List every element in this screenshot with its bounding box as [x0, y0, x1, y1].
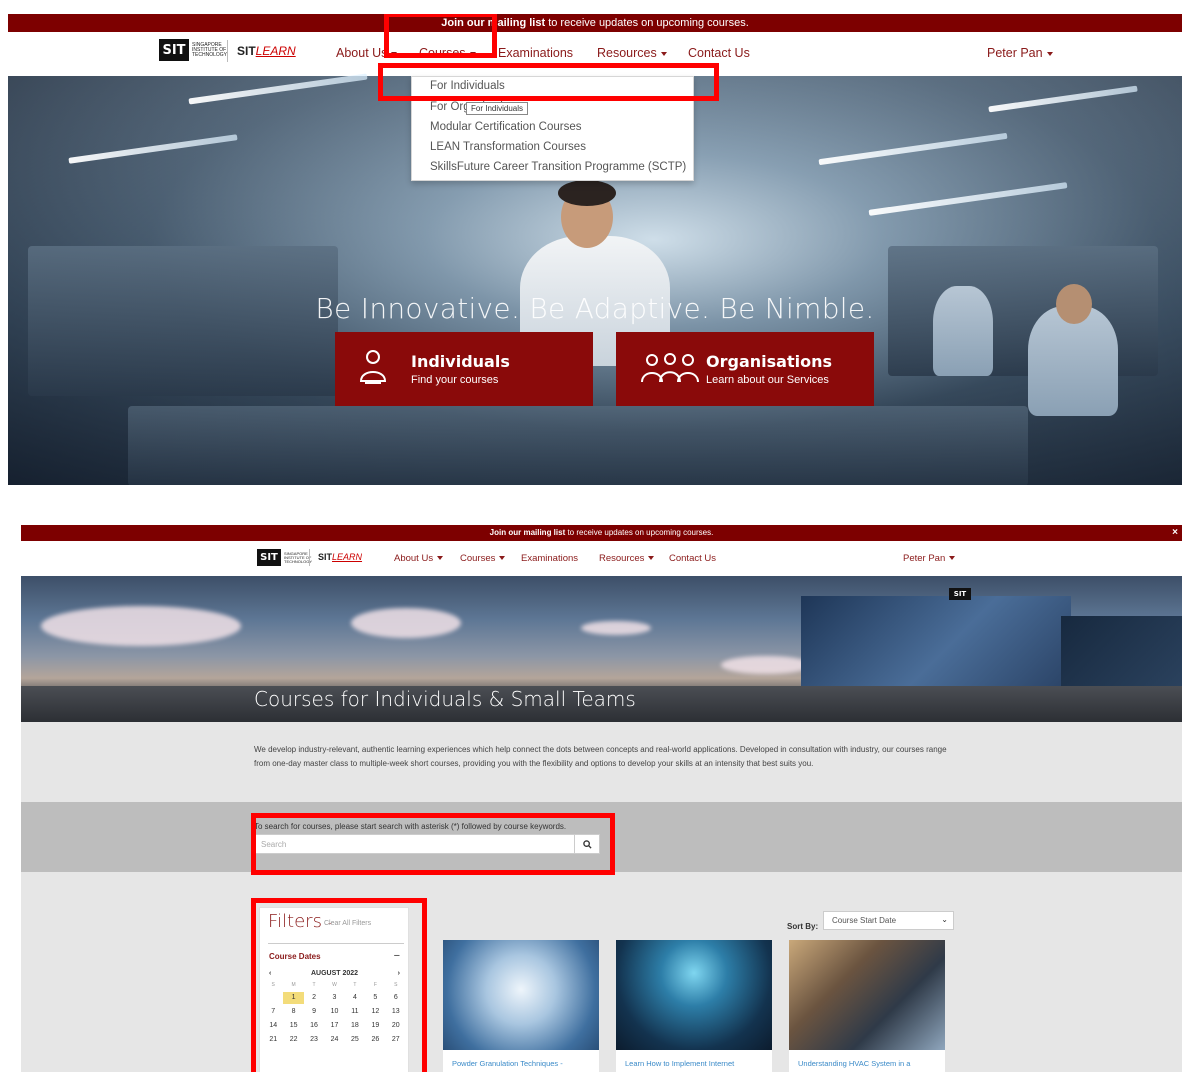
page-title: Courses for Individuals & Small Teams	[254, 687, 636, 711]
chevron-down-icon	[437, 556, 444, 561]
sit-logo-text: SINGAPORE INSTITUTE OF TECHNOLOGY	[284, 550, 313, 564]
mailing-list-text: to receive updates on upcoming courses.	[565, 528, 714, 537]
chevron-down-icon	[499, 556, 506, 561]
user-menu[interactable]: Peter Pan	[903, 553, 956, 564]
organisations-button[interactable]: Organisations Learn about our Services	[616, 332, 874, 406]
course-card[interactable]: Understanding HVAC System in a	[789, 940, 945, 1072]
mailing-list-banner[interactable]: Join our mailing list to receive updates…	[21, 525, 1182, 541]
nav-resources[interactable]: Resources	[597, 46, 667, 60]
sit-logo-text: SINGAPORE INSTITUTE OF TECHNOLOGY	[192, 41, 228, 58]
nav-about-us[interactable]: About Us	[394, 553, 444, 564]
course-thumbnail	[443, 940, 599, 1050]
hero-tagline: Be Innovative. Be Adaptive. Be Nimble.	[315, 292, 875, 325]
building-sign-logo: SIT	[949, 588, 971, 600]
mailing-list-banner[interactable]: Join our mailing list to receive updates…	[8, 14, 1182, 32]
organisations-subtitle: Learn about our Services	[706, 374, 829, 386]
sort-by-select[interactable]: Course Start Date ⌄	[823, 911, 954, 930]
course-title[interactable]: Understanding HVAC System in a	[789, 1050, 945, 1072]
sit-logo[interactable]: SIT SINGAPORE INSTITUTE OF TECHNOLOGY	[159, 39, 227, 61]
chevron-down-icon	[648, 556, 655, 561]
individuals-button[interactable]: Individuals Find your courses	[335, 332, 593, 406]
nav-resources[interactable]: Resources	[599, 553, 655, 564]
highlight-search	[251, 813, 615, 875]
main-navbar: SIT SINGAPORE INSTITUTE OF TECHNOLOGY SI…	[21, 541, 1182, 576]
course-thumbnail	[789, 940, 945, 1050]
ceiling-light	[68, 134, 238, 164]
close-icon[interactable]: ×	[1172, 525, 1178, 541]
course-card[interactable]: Learn How to Implement Internet	[616, 940, 772, 1072]
course-thumbnail	[616, 940, 772, 1050]
cloud	[721, 656, 811, 674]
lab-bench	[128, 406, 1028, 485]
logo-divider	[309, 549, 310, 566]
highlight-for-individuals	[378, 63, 719, 101]
cloud	[581, 621, 651, 635]
sitlearn-logo[interactable]: SITLEARN	[237, 44, 296, 58]
sit-logo-mark: SIT	[159, 39, 189, 61]
chevron-down-icon: ⌄	[941, 915, 948, 924]
nav-examinations[interactable]: Examinations	[498, 46, 573, 60]
link-tooltip: For Individuals	[466, 102, 529, 115]
screenshot-courses-page: Join our mailing list to receive updates…	[21, 525, 1182, 1072]
sit-logo-mark: SIT	[257, 549, 281, 566]
dropdown-item-modular-certification[interactable]: Modular Certification Courses	[430, 121, 581, 133]
intro-paragraph: We develop industry-relevant, authentic …	[254, 745, 947, 768]
dropdown-item-sctp[interactable]: SkillsFuture Career Transition Programme…	[430, 161, 686, 173]
individuals-title: Individuals	[411, 352, 510, 371]
individuals-subtitle: Find your courses	[411, 374, 499, 386]
ceiling-light	[868, 182, 1068, 216]
highlight-courses-menu	[384, 14, 497, 58]
logo-divider	[227, 40, 228, 62]
sort-by-label: Sort By:	[787, 922, 819, 931]
ceiling-light	[188, 73, 368, 105]
chevron-down-icon	[1046, 51, 1053, 56]
organisations-title: Organisations	[706, 352, 832, 371]
ceiling-light	[988, 85, 1138, 113]
chevron-down-icon	[660, 51, 667, 56]
nav-contact-us[interactable]: Contact Us	[688, 46, 750, 60]
sit-logo[interactable]: SIT SINGAPORE INSTITUTE OF TECHNOLOGY	[257, 549, 312, 566]
person-icon	[349, 349, 397, 389]
nav-contact-us[interactable]: Contact Us	[669, 553, 716, 564]
dropdown-item-lean-transformation[interactable]: LEAN Transformation Courses	[430, 141, 586, 153]
course-title[interactable]: Learn How to Implement Internet	[616, 1050, 772, 1072]
ceiling-light	[818, 132, 1008, 166]
course-title[interactable]: Powder Granulation Techniques -	[443, 1050, 599, 1072]
cloud	[41, 606, 241, 646]
user-menu[interactable]: Peter Pan	[987, 46, 1053, 60]
cloud	[351, 608, 461, 638]
chevron-down-icon	[949, 556, 956, 561]
group-icon	[640, 352, 700, 386]
course-card[interactable]: Powder Granulation Techniques -	[443, 940, 599, 1072]
nav-examinations[interactable]: Examinations	[521, 553, 578, 564]
highlight-filters	[251, 898, 427, 1072]
mailing-list-text: to receive updates on upcoming courses.	[545, 17, 749, 29]
screenshot-homepage: Join our mailing list to receive updates…	[8, 14, 1182, 485]
student-hair	[558, 180, 616, 206]
sitlearn-logo[interactable]: SITLEARN	[318, 552, 362, 562]
nav-courses[interactable]: Courses	[460, 553, 506, 564]
mailing-list-link[interactable]: Join our mailing list	[490, 528, 566, 537]
